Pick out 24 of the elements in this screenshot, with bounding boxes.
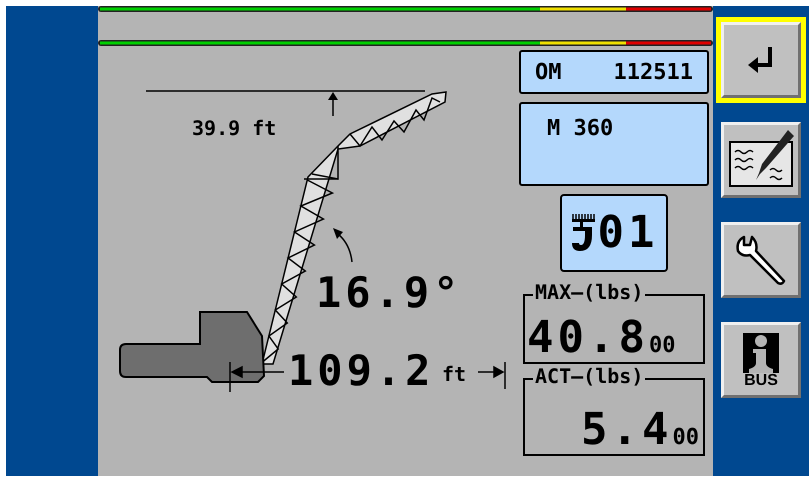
load-label: ACT—(lbs) [533, 366, 646, 386]
radius-unit: ft [442, 364, 466, 384]
function-key[interactable] [721, 22, 801, 98]
function-key[interactable] [721, 222, 801, 298]
radius-dimension-line [229, 362, 284, 392]
boom-angle-reading: 16.9° [316, 272, 462, 314]
load-label: MAX—(lbs) [533, 282, 646, 302]
load-decimals: 00 [672, 427, 699, 449]
load-value: 40.8 [527, 316, 649, 360]
radius-reading: 109.2 [288, 350, 434, 392]
operating-mode-value: 112511 [614, 58, 693, 86]
radius-dimension-line [478, 362, 506, 389]
load-decimals: 00 [648, 335, 676, 357]
function-key[interactable] [721, 122, 801, 198]
hook-icon [570, 213, 596, 253]
function-key[interactable]: BUS [721, 322, 801, 398]
load-value: 5.4 [581, 408, 672, 452]
mode-text: M 360 [547, 116, 614, 141]
wrench-icon [734, 233, 788, 287]
height-reading: 39.9 ft [192, 118, 276, 138]
angle-arrow-icon [333, 228, 353, 262]
info-icon [741, 331, 781, 375]
hook-number: 01 [598, 211, 658, 255]
operating-mode-label: OM [535, 58, 562, 86]
